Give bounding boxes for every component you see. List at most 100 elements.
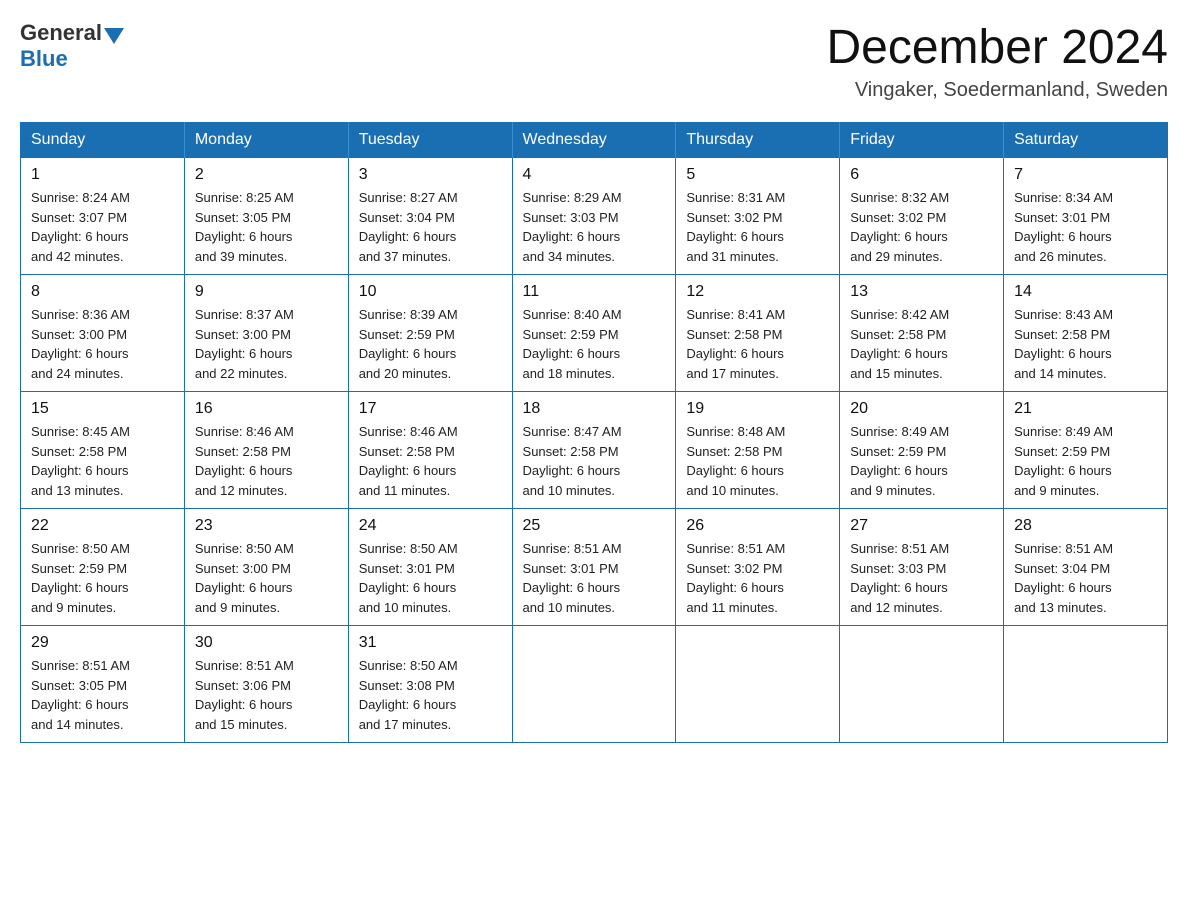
calendar-day-cell: 5 Sunrise: 8:31 AM Sunset: 3:02 PM Dayli… [676,158,840,275]
day-number: 9 [195,283,338,301]
day-number: 26 [686,517,829,535]
day-info: Sunrise: 8:42 AM Sunset: 2:58 PM Dayligh… [850,305,993,383]
calendar-day-cell: 31 Sunrise: 8:50 AM Sunset: 3:08 PM Dayl… [348,626,512,743]
day-number: 29 [31,634,174,652]
day-of-week-header: Friday [840,123,1004,158]
day-number: 6 [850,166,993,184]
day-of-week-header: Tuesday [348,123,512,158]
calendar-day-cell: 27 Sunrise: 8:51 AM Sunset: 3:03 PM Dayl… [840,509,1004,626]
day-number: 31 [359,634,502,652]
calendar-day-cell: 4 Sunrise: 8:29 AM Sunset: 3:03 PM Dayli… [512,158,676,275]
day-info: Sunrise: 8:48 AM Sunset: 2:58 PM Dayligh… [686,422,829,500]
calendar-week-row: 22 Sunrise: 8:50 AM Sunset: 2:59 PM Dayl… [21,509,1168,626]
calendar-day-cell: 25 Sunrise: 8:51 AM Sunset: 3:01 PM Dayl… [512,509,676,626]
day-info: Sunrise: 8:50 AM Sunset: 3:08 PM Dayligh… [359,656,502,734]
logo-arrow-icon [104,28,124,44]
day-info: Sunrise: 8:25 AM Sunset: 3:05 PM Dayligh… [195,188,338,266]
calendar-week-row: 8 Sunrise: 8:36 AM Sunset: 3:00 PM Dayli… [21,275,1168,392]
page-header: General Blue December 2024 Vingaker, Soe… [20,20,1168,102]
day-number: 10 [359,283,502,301]
day-info: Sunrise: 8:50 AM Sunset: 2:59 PM Dayligh… [31,539,174,617]
day-number: 4 [523,166,666,184]
calendar-day-cell: 22 Sunrise: 8:50 AM Sunset: 2:59 PM Dayl… [21,509,185,626]
calendar-day-cell: 13 Sunrise: 8:42 AM Sunset: 2:58 PM Dayl… [840,275,1004,392]
calendar-day-cell: 3 Sunrise: 8:27 AM Sunset: 3:04 PM Dayli… [348,158,512,275]
day-info: Sunrise: 8:50 AM Sunset: 3:00 PM Dayligh… [195,539,338,617]
calendar-day-cell: 26 Sunrise: 8:51 AM Sunset: 3:02 PM Dayl… [676,509,840,626]
location-subtitle: Vingaker, Soedermanland, Sweden [826,79,1168,102]
day-number: 12 [686,283,829,301]
calendar-day-cell: 29 Sunrise: 8:51 AM Sunset: 3:05 PM Dayl… [21,626,185,743]
calendar-day-cell: 9 Sunrise: 8:37 AM Sunset: 3:00 PM Dayli… [184,275,348,392]
day-info: Sunrise: 8:51 AM Sunset: 3:06 PM Dayligh… [195,656,338,734]
calendar-day-cell: 14 Sunrise: 8:43 AM Sunset: 2:58 PM Dayl… [1004,275,1168,392]
calendar-day-cell: 28 Sunrise: 8:51 AM Sunset: 3:04 PM Dayl… [1004,509,1168,626]
calendar-day-cell [512,626,676,743]
calendar-week-row: 15 Sunrise: 8:45 AM Sunset: 2:58 PM Dayl… [21,392,1168,509]
calendar-day-cell: 15 Sunrise: 8:45 AM Sunset: 2:58 PM Dayl… [21,392,185,509]
calendar-day-cell: 10 Sunrise: 8:39 AM Sunset: 2:59 PM Dayl… [348,275,512,392]
day-of-week-header: Saturday [1004,123,1168,158]
logo-general-text: General [20,20,102,46]
day-info: Sunrise: 8:47 AM Sunset: 2:58 PM Dayligh… [523,422,666,500]
day-info: Sunrise: 8:51 AM Sunset: 3:03 PM Dayligh… [850,539,993,617]
day-info: Sunrise: 8:39 AM Sunset: 2:59 PM Dayligh… [359,305,502,383]
day-number: 11 [523,283,666,301]
day-of-week-header: Sunday [21,123,185,158]
calendar-header-row: SundayMondayTuesdayWednesdayThursdayFrid… [21,123,1168,158]
day-number: 25 [523,517,666,535]
day-number: 8 [31,283,174,301]
calendar-day-cell: 24 Sunrise: 8:50 AM Sunset: 3:01 PM Dayl… [348,509,512,626]
day-info: Sunrise: 8:51 AM Sunset: 3:01 PM Dayligh… [523,539,666,617]
day-of-week-header: Monday [184,123,348,158]
day-number: 21 [1014,400,1157,418]
day-number: 19 [686,400,829,418]
day-number: 22 [31,517,174,535]
calendar-day-cell: 17 Sunrise: 8:46 AM Sunset: 2:58 PM Dayl… [348,392,512,509]
day-number: 17 [359,400,502,418]
day-info: Sunrise: 8:43 AM Sunset: 2:58 PM Dayligh… [1014,305,1157,383]
calendar-day-cell: 21 Sunrise: 8:49 AM Sunset: 2:59 PM Dayl… [1004,392,1168,509]
day-info: Sunrise: 8:31 AM Sunset: 3:02 PM Dayligh… [686,188,829,266]
day-of-week-header: Thursday [676,123,840,158]
calendar-day-cell: 23 Sunrise: 8:50 AM Sunset: 3:00 PM Dayl… [184,509,348,626]
day-info: Sunrise: 8:29 AM Sunset: 3:03 PM Dayligh… [523,188,666,266]
calendar-day-cell: 19 Sunrise: 8:48 AM Sunset: 2:58 PM Dayl… [676,392,840,509]
logo-blue-text: Blue [20,46,68,71]
day-info: Sunrise: 8:51 AM Sunset: 3:02 PM Dayligh… [686,539,829,617]
day-number: 3 [359,166,502,184]
calendar-day-cell: 1 Sunrise: 8:24 AM Sunset: 3:07 PM Dayli… [21,158,185,275]
day-info: Sunrise: 8:50 AM Sunset: 3:01 PM Dayligh… [359,539,502,617]
day-info: Sunrise: 8:37 AM Sunset: 3:00 PM Dayligh… [195,305,338,383]
day-info: Sunrise: 8:51 AM Sunset: 3:04 PM Dayligh… [1014,539,1157,617]
day-info: Sunrise: 8:40 AM Sunset: 2:59 PM Dayligh… [523,305,666,383]
calendar-day-cell [840,626,1004,743]
calendar-table: SundayMondayTuesdayWednesdayThursdayFrid… [20,122,1168,743]
day-number: 24 [359,517,502,535]
day-info: Sunrise: 8:51 AM Sunset: 3:05 PM Dayligh… [31,656,174,734]
day-number: 7 [1014,166,1157,184]
calendar-day-cell: 30 Sunrise: 8:51 AM Sunset: 3:06 PM Dayl… [184,626,348,743]
calendar-day-cell: 18 Sunrise: 8:47 AM Sunset: 2:58 PM Dayl… [512,392,676,509]
day-of-week-header: Wednesday [512,123,676,158]
day-number: 15 [31,400,174,418]
calendar-week-row: 1 Sunrise: 8:24 AM Sunset: 3:07 PM Dayli… [21,158,1168,275]
day-info: Sunrise: 8:46 AM Sunset: 2:58 PM Dayligh… [359,422,502,500]
calendar-day-cell [1004,626,1168,743]
day-number: 20 [850,400,993,418]
day-info: Sunrise: 8:32 AM Sunset: 3:02 PM Dayligh… [850,188,993,266]
logo: General Blue [20,20,126,72]
day-number: 18 [523,400,666,418]
day-info: Sunrise: 8:49 AM Sunset: 2:59 PM Dayligh… [850,422,993,500]
day-info: Sunrise: 8:49 AM Sunset: 2:59 PM Dayligh… [1014,422,1157,500]
calendar-day-cell: 8 Sunrise: 8:36 AM Sunset: 3:00 PM Dayli… [21,275,185,392]
day-info: Sunrise: 8:46 AM Sunset: 2:58 PM Dayligh… [195,422,338,500]
calendar-day-cell: 2 Sunrise: 8:25 AM Sunset: 3:05 PM Dayli… [184,158,348,275]
day-info: Sunrise: 8:34 AM Sunset: 3:01 PM Dayligh… [1014,188,1157,266]
day-info: Sunrise: 8:36 AM Sunset: 3:00 PM Dayligh… [31,305,174,383]
day-info: Sunrise: 8:27 AM Sunset: 3:04 PM Dayligh… [359,188,502,266]
day-number: 16 [195,400,338,418]
day-number: 30 [195,634,338,652]
day-number: 13 [850,283,993,301]
day-number: 2 [195,166,338,184]
